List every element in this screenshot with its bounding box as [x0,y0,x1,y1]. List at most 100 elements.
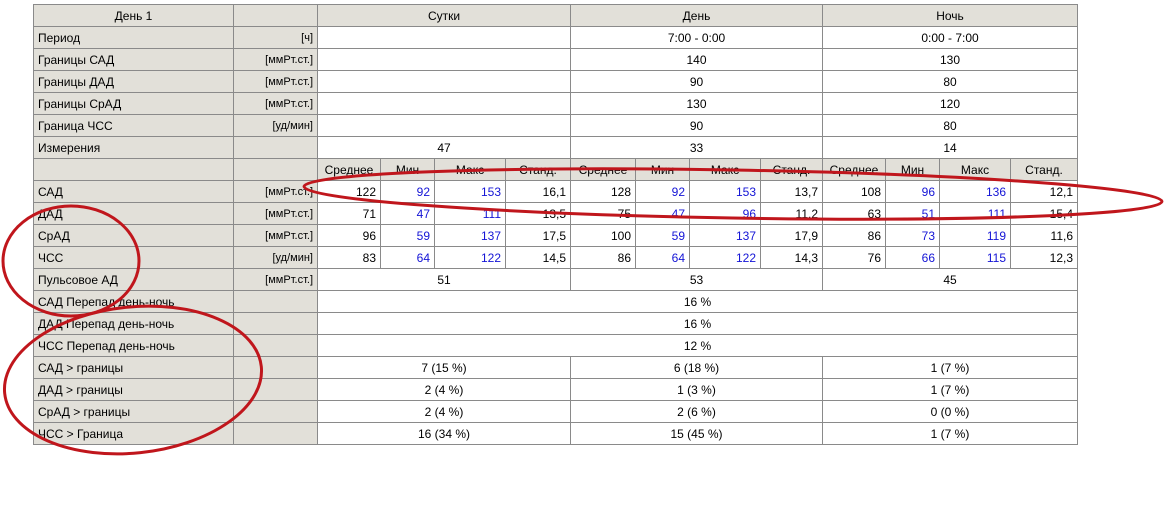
col-mean: Среднее [570,158,636,181]
sutki-value: 47 [317,136,571,159]
stats-row: СрАД [ммРт.ст.] 96 59 137 17,5 100 59 137 17,9 86 7… [33,224,1078,247]
exceed-row: ЧСС > Граница 16 (34 %) 15 (45 %) 1 (7 %) [33,422,1078,445]
sutki-value [317,26,571,49]
row-unit: [уд/мин] [233,114,318,137]
day-period-header: День [570,4,823,27]
row-label: ЧСС > Граница [33,422,234,445]
exceed-row: СрАД > границы 2 (4 %) 2 (6 %) 0 (0 %) [33,400,1078,423]
row-unit [233,312,318,335]
info-row: Граница ЧСС [уд/мин] 90 80 [33,114,1078,137]
stat-max-value: 122 [689,246,761,269]
stat-std-value: 12,3 [1010,246,1078,269]
stats-row: САД [ммРт.ст.] 122 92 153 16,1 128 92 153 13,7 108… [33,180,1078,203]
stat-max-value: 111 [434,202,506,225]
row-unit [233,400,318,423]
stat-mean-value: 86 [822,224,886,247]
day-value: 2 (6 %) [570,400,823,423]
row-label: Граница ЧСС [33,114,234,137]
day-value: 90 [570,114,823,137]
day-value: 6 (18 %) [570,356,823,379]
day-value: 140 [570,48,823,71]
row-unit: [ммРт.ст.] [233,202,318,225]
stat-header-unit [233,158,318,181]
stat-std-value: 13,5 [505,202,571,225]
stat-mean-value: 96 [317,224,381,247]
info-row: Границы СрАД [ммРт.ст.] 130 120 [33,92,1078,115]
night-value: 120 [822,92,1078,115]
row-unit: [ммРт.ст.] [233,224,318,247]
stat-min-value: 47 [380,202,435,225]
stat-max-value: 115 [939,246,1011,269]
daynight-row: ДАД Перепад день-ночь 16 % [33,312,1078,335]
sutki-value [317,70,571,93]
stat-std-value: 12,1 [1010,180,1078,203]
stat-mean-value: 63 [822,202,886,225]
day-value: 7:00 - 0:00 [570,26,823,49]
row-label: ЧСС Перепад день-ночь [33,334,234,357]
row-label: Пульсовое АД [33,268,234,291]
day-value: 90 [570,70,823,93]
stats-row: ДАД [ммРт.ст.] 71 47 111 13,5 75 47 96 11,2 63 51 11… [33,202,1078,225]
row-label: СрАД [33,224,234,247]
row-label: САД > границы [33,356,234,379]
col-max: Макс [939,158,1011,181]
sutki-value: 7 (15 %) [317,356,571,379]
stat-max-value: 153 [689,180,761,203]
row-unit: [ч] [233,26,318,49]
row-label: ДАД Перепад день-ночь [33,312,234,335]
daynight-row: ЧСС Перепад день-ночь 12 % [33,334,1078,357]
info-row: Измерения 47 33 14 [33,136,1078,159]
stat-min-value: 96 [885,180,940,203]
sutki-value: 2 (4 %) [317,400,571,423]
row-label: Период [33,26,234,49]
stat-min-value: 51 [885,202,940,225]
pulse-row: Пульсовое АД [ммРт.ст.] 51 53 45 [33,268,1078,291]
row-unit [233,334,318,357]
row-unit: [уд/мин] [233,246,318,269]
col-mean: Среднее [822,158,886,181]
row-unit: [ммРт.ст.] [233,268,318,291]
night-value: 0:00 - 7:00 [822,26,1078,49]
row-label: ЧСС [33,246,234,269]
row-unit [233,136,318,159]
row-label: ДАД > границы [33,378,234,401]
stat-min-value: 59 [635,224,690,247]
stat-std-value: 17,9 [760,224,823,247]
day-value: 15 (45 %) [570,422,823,445]
col-min: Мин [380,158,435,181]
day-header: День 1 [33,4,234,27]
stat-max-value: 96 [689,202,761,225]
sutki-value [317,92,571,115]
info-row: Период [ч] 7:00 - 0:00 0:00 - 7:00 [33,26,1078,49]
stat-max-value: 122 [434,246,506,269]
col-min: Мин [885,158,940,181]
day-value: 130 [570,92,823,115]
stats-row: ЧСС [уд/мин] 83 64 122 14,5 86 64 122 14,3 76 66 115… [33,246,1078,269]
stat-std-value: 15,4 [1010,202,1078,225]
row-label: Границы САД [33,48,234,71]
stat-min-value: 64 [380,246,435,269]
exceed-row: САД > границы 7 (15 %) 6 (18 %) 1 (7 %) [33,356,1078,379]
stat-min-value: 66 [885,246,940,269]
stat-header-label [33,158,234,181]
night-value: 1 (7 %) [822,378,1078,401]
night-value: 14 [822,136,1078,159]
day-value: 33 [570,136,823,159]
unit-header [233,4,318,27]
night-value: 80 [822,70,1078,93]
row-label: ДАД [33,202,234,225]
sutki-value: 2 (4 %) [317,378,571,401]
daynight-value: 16 % [317,312,1078,335]
info-row: Границы САД [ммРт.ст.] 140 130 [33,48,1078,71]
row-unit: [ммРт.ст.] [233,92,318,115]
stat-max-value: 153 [434,180,506,203]
stat-min-value: 47 [635,202,690,225]
abpm-report-window: День 1 Сутки День Ночь Период [ч] 7:00 - 0… [0,0,1172,527]
stat-std-value: 17,5 [505,224,571,247]
pulse-night: 45 [822,268,1078,291]
row-unit: [ммРт.ст.] [233,180,318,203]
row-label: САД [33,180,234,203]
pulse-day: 53 [570,268,823,291]
night-value: 80 [822,114,1078,137]
stat-std-value: 13,7 [760,180,823,203]
